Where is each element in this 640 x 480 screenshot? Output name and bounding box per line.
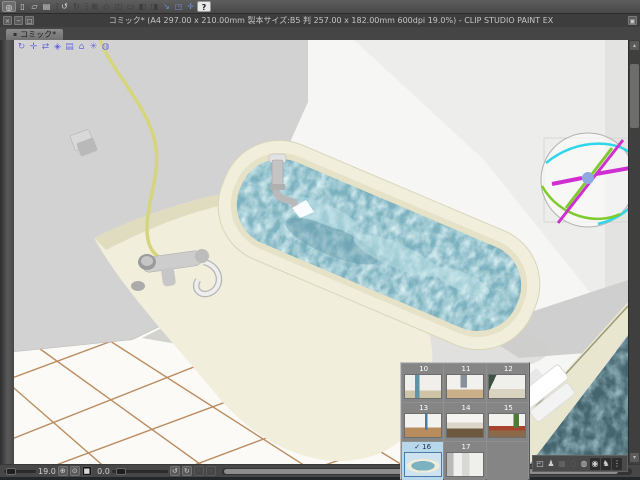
rotate-buttons: ↺ ↻ ◦ ◦ (169, 466, 216, 476)
material-thumbnail (445, 413, 484, 438)
zoom-buttons: ⊕ ⊙ ■ (57, 466, 92, 476)
modified-indicator-icon: ▪ (13, 31, 18, 38)
crop-button: ⊞ (91, 2, 98, 11)
camera-zoom-icon[interactable]: ⇄ (40, 42, 51, 53)
camera-pan-icon[interactable]: ✛ (28, 42, 39, 53)
grid-toggle-button: ▦ (558, 458, 566, 468)
render-settings-icon[interactable]: ◍ (100, 42, 111, 53)
selected-check-icon: ✓ (414, 443, 421, 451)
restore-window-button[interactable]: ▣ (628, 16, 637, 25)
deselect-button: ▭ (126, 2, 135, 11)
document-tab-label: コミック* (20, 30, 57, 39)
material-number: 12 (503, 365, 513, 373)
clip-studio-logo-button[interactable]: ◎ (2, 1, 16, 12)
material-thumb-hallway[interactable]: 17 (444, 442, 486, 480)
material-thumbnail (403, 413, 442, 438)
material-number: 17 (461, 443, 471, 451)
manipulator-sphere[interactable] (538, 128, 628, 228)
walkthrough-button[interactable]: ♟ (546, 458, 556, 470)
sphere-center-handle[interactable] (582, 172, 594, 184)
material-number: 15 (503, 404, 513, 412)
window-title: コミック* (A4 297.00 x 210.00mm 製本サイズ:B5 判 2… (108, 16, 554, 25)
fit-to-screen-button[interactable]: ⊙ (69, 466, 80, 476)
rotate-right-button[interactable]: ↻ (181, 466, 192, 476)
new-file-button[interactable]: ▯ (17, 1, 28, 12)
snap-to-special-ruler-button[interactable]: ◳ (173, 1, 184, 12)
material-thumbnail (445, 374, 484, 399)
material-number: 13 (419, 404, 429, 412)
undo-button[interactable]: ↺ (59, 1, 70, 12)
more-options-button[interactable]: ⋮ (612, 457, 622, 470)
material-thumbnail (445, 452, 484, 477)
left-panel-dock (0, 40, 14, 464)
open-file-button[interactable]: ▱ (29, 1, 40, 12)
material-thumb-living-1[interactable]: 13 (402, 403, 444, 441)
camera-orbit-icon[interactable]: ↻ (16, 42, 27, 53)
scroll-up-icon[interactable]: ▴ (630, 41, 639, 50)
material-number: 16 (422, 443, 432, 451)
material-thumbnail (488, 374, 527, 399)
object-launcher-bar: ↻ ✛ ⇄ ◈ ▤ ⌂ ✳ ◍ (16, 42, 111, 53)
material-thumbnail (403, 374, 442, 399)
material-thumb-bedroom[interactable]: 11 (444, 364, 486, 402)
transform-button: ◇ (103, 2, 110, 11)
flip-horizontal-button: ◦ (193, 466, 204, 476)
material-thumbnail (488, 413, 527, 438)
rotate-left-button[interactable]: ↺ (169, 466, 180, 476)
material-thumbnail (403, 452, 442, 477)
canvas-3d-view[interactable]: ↻ ✛ ⇄ ◈ ▤ ⌂ ✳ ◍ (14, 40, 628, 464)
help-button[interactable]: ? (197, 1, 211, 12)
document-tab-bar: ▪ コミック* (0, 27, 640, 40)
invert-selection-button: ◧ (138, 2, 147, 11)
material-number: 11 (461, 365, 471, 373)
close-button[interactable]: × (3, 16, 12, 25)
save-button[interactable]: ▤ (41, 1, 52, 12)
object-move-icon[interactable]: ◈ (52, 42, 63, 53)
material-thumb-living-2[interactable]: 14 (444, 403, 486, 441)
material-thumb-room[interactable]: 12 (486, 364, 528, 402)
material-number: 14 (461, 404, 471, 412)
target-button[interactable]: ◉ (590, 457, 600, 470)
reset-rotation-button: ◦ (205, 466, 216, 476)
object-list-icon[interactable]: ▤ (64, 42, 75, 53)
separator: ⋮ (83, 2, 91, 11)
wireframe-button: ◌ (569, 458, 577, 468)
window-controls: × ─ □ (2, 16, 35, 25)
clip-studio-paint-window: ◎ ▯ ▱ ▤ ⋮ ↺ ↻ ⋮ ⊞ ◇ ◫ ▭ ◧ ◨ ↘ ◳ ✛? × ─ □ コミック* (A4 297.00 … (0, 0, 640, 480)
maximize-button[interactable]: □ (25, 16, 34, 25)
snap-to-ruler-button[interactable]: ↘ (161, 1, 172, 12)
material-number: 10 (419, 365, 429, 373)
actual-size-button[interactable]: ■ (81, 466, 92, 476)
scene-3d-render[interactable] (14, 40, 628, 464)
command-bar: ◎ ▯ ▱ ▤ ⋮ ↺ ↻ ⋮ ⊞ ◇ ◫ ▭ ◧ ◨ ↘ ◳ ✛? (0, 0, 640, 13)
pose-button[interactable]: ♞ (601, 457, 611, 470)
reset-view-icon[interactable]: ⌂ (76, 42, 87, 53)
zoom-value: 19.0 (38, 466, 56, 476)
scroll-down-icon[interactable]: ▾ (630, 453, 639, 462)
document-tab[interactable]: ▪ コミック* (6, 29, 64, 40)
material-palette-footer: ◰ ♟ ▦ ◌ ◍ ◉ ♞ ⋮ (532, 455, 628, 472)
light-source-icon[interactable]: ✳ (88, 42, 99, 53)
material-thumb-bathroom[interactable]: 10 (402, 364, 444, 402)
rotation-value: 0.0 (97, 466, 110, 476)
select-area-button: ◫ (114, 2, 123, 11)
zoom-in-button[interactable]: ⊕ (57, 466, 68, 476)
fit-view-button[interactable]: ◰ (535, 458, 545, 470)
zoom-slider[interactable] (4, 467, 36, 475)
material-cell-empty (486, 442, 528, 480)
document-title-bar: × ─ □ コミック* (A4 297.00 x 210.00mm 製本サイズ:B5… (0, 13, 640, 27)
vertical-scrollbar[interactable]: ▴ ▾ (628, 40, 640, 464)
material-palette: 10 11 12 13 14 15 ✓ 16 17 (400, 362, 530, 480)
minimize-button[interactable]: ─ (14, 16, 23, 25)
expand-selection-button: ◨ (150, 2, 159, 11)
snap-to-grid-button[interactable]: ✛ (185, 1, 196, 12)
texture-button[interactable]: ◍ (579, 458, 589, 470)
material-thumb-bathtub[interactable]: ✓ 16 (402, 442, 444, 480)
rotation-slider[interactable] (111, 467, 168, 475)
separator: ⋮ (53, 2, 61, 11)
vertical-scroll-thumb[interactable] (630, 64, 639, 128)
redo-button: ↻ (73, 2, 80, 11)
material-thumb-living-3[interactable]: 15 (486, 403, 528, 441)
